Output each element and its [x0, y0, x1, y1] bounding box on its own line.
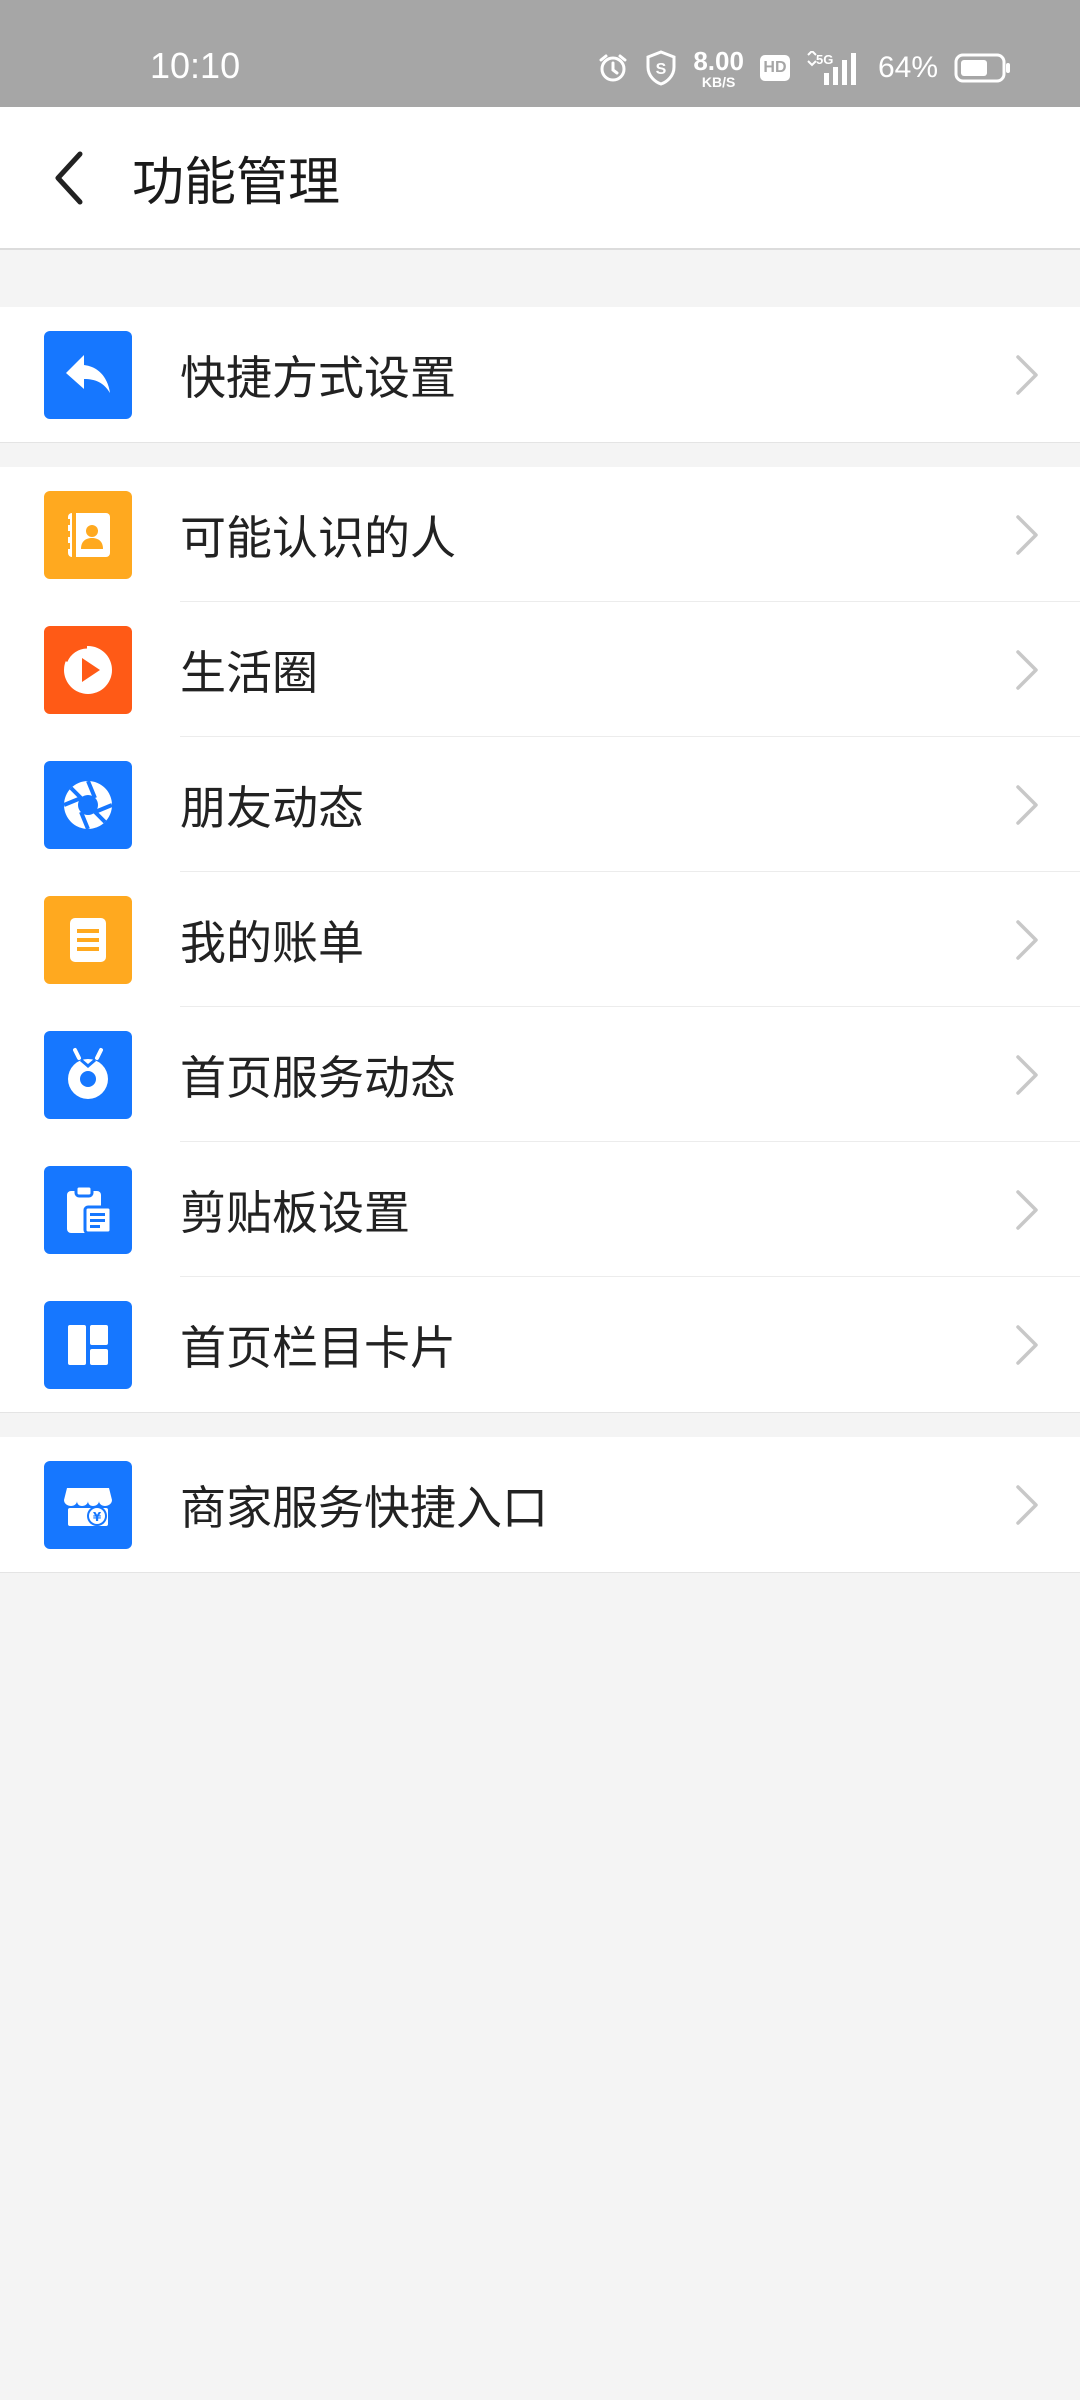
- aperture-icon: [44, 761, 132, 849]
- row-label: 首页栏目卡片: [180, 1320, 456, 1375]
- chevron-right-icon: [1016, 785, 1038, 825]
- hd-icon: HD: [759, 55, 790, 81]
- row-label: 朋友动态: [180, 780, 364, 835]
- battery-percent: 64%: [877, 51, 938, 84]
- chevron-right-icon: [1016, 1325, 1038, 1365]
- row-label: 可能认识的人: [180, 510, 456, 565]
- settings-group-merchant: ¥ 商家服务快捷入口: [0, 1437, 1080, 1573]
- speed-value: 8.00: [693, 45, 744, 76]
- chevron-right-icon: [1016, 1485, 1038, 1525]
- row-home-service-updates[interactable]: 首页服务动态: [0, 1007, 1080, 1142]
- row-label: 生活圈: [180, 645, 318, 700]
- svg-text:S: S: [656, 61, 667, 78]
- row-merchant-service-shortcut[interactable]: ¥ 商家服务快捷入口: [0, 1437, 1080, 1572]
- row-clipboard-settings[interactable]: 剪贴板设置: [0, 1142, 1080, 1277]
- row-label: 首页服务动态: [180, 1050, 456, 1105]
- battery-icon: [954, 53, 1012, 83]
- row-people-you-may-know[interactable]: 可能认识的人: [0, 467, 1080, 602]
- svg-text:¥: ¥: [93, 1510, 102, 1524]
- back-arrow-icon: [55, 151, 83, 205]
- chevron-right-icon: [1016, 355, 1038, 395]
- row-shortcut-settings[interactable]: 快捷方式设置: [0, 307, 1080, 442]
- layout-cards-icon: [44, 1301, 132, 1389]
- status-icons: S 8.00 KB/S HD 5G 64%: [597, 46, 1012, 90]
- back-button[interactable]: [36, 143, 100, 213]
- chevron-right-icon: [1016, 1190, 1038, 1230]
- speed-unit: KB/S: [701, 73, 736, 90]
- app-header: 功能管理: [0, 107, 1080, 250]
- shortcut-reply-icon: [44, 331, 132, 419]
- signal-icon: 5G: [806, 51, 862, 85]
- shield-icon: S: [645, 50, 677, 86]
- row-label: 我的账单: [180, 915, 364, 970]
- row-label: 快捷方式设置: [180, 350, 456, 405]
- row-label: 商家服务快捷入口: [180, 1480, 548, 1535]
- chevron-right-icon: [1016, 650, 1038, 690]
- chevron-right-icon: [1016, 515, 1038, 555]
- contact-card-icon: [44, 491, 132, 579]
- chevron-right-icon: [1016, 920, 1038, 960]
- chevron-right-icon: [1016, 1055, 1038, 1095]
- row-label: 剪贴板设置: [180, 1185, 410, 1240]
- life-circle-play-icon: [44, 626, 132, 714]
- row-my-bills[interactable]: 我的账单: [0, 872, 1080, 1007]
- network-type: 5G: [816, 52, 833, 67]
- settings-group-shortcuts: 快捷方式设置: [0, 307, 1080, 443]
- clipboard-icon: [44, 1166, 132, 1254]
- network-speed: 8.00 KB/S: [693, 48, 744, 89]
- merchant-store-icon: ¥: [44, 1461, 132, 1549]
- row-home-column-cards[interactable]: 首页栏目卡片: [0, 1277, 1080, 1412]
- bill-document-icon: [44, 896, 132, 984]
- settings-group-features: 可能认识的人 生活圈 朋友动态 我的账单 首页服务动态 剪贴板设置 首页栏目卡片: [0, 467, 1080, 1413]
- row-life-circle[interactable]: 生活圈: [0, 602, 1080, 737]
- alarm-icon: [597, 52, 629, 84]
- status-time: 10:10: [150, 45, 241, 86]
- service-bug-icon: [44, 1031, 132, 1119]
- page-title: 功能管理: [132, 153, 341, 213]
- status-bar: 10:10 S 8.00 KB/S HD 5G 64%: [0, 0, 1080, 107]
- row-friends-updates[interactable]: 朋友动态: [0, 737, 1080, 872]
